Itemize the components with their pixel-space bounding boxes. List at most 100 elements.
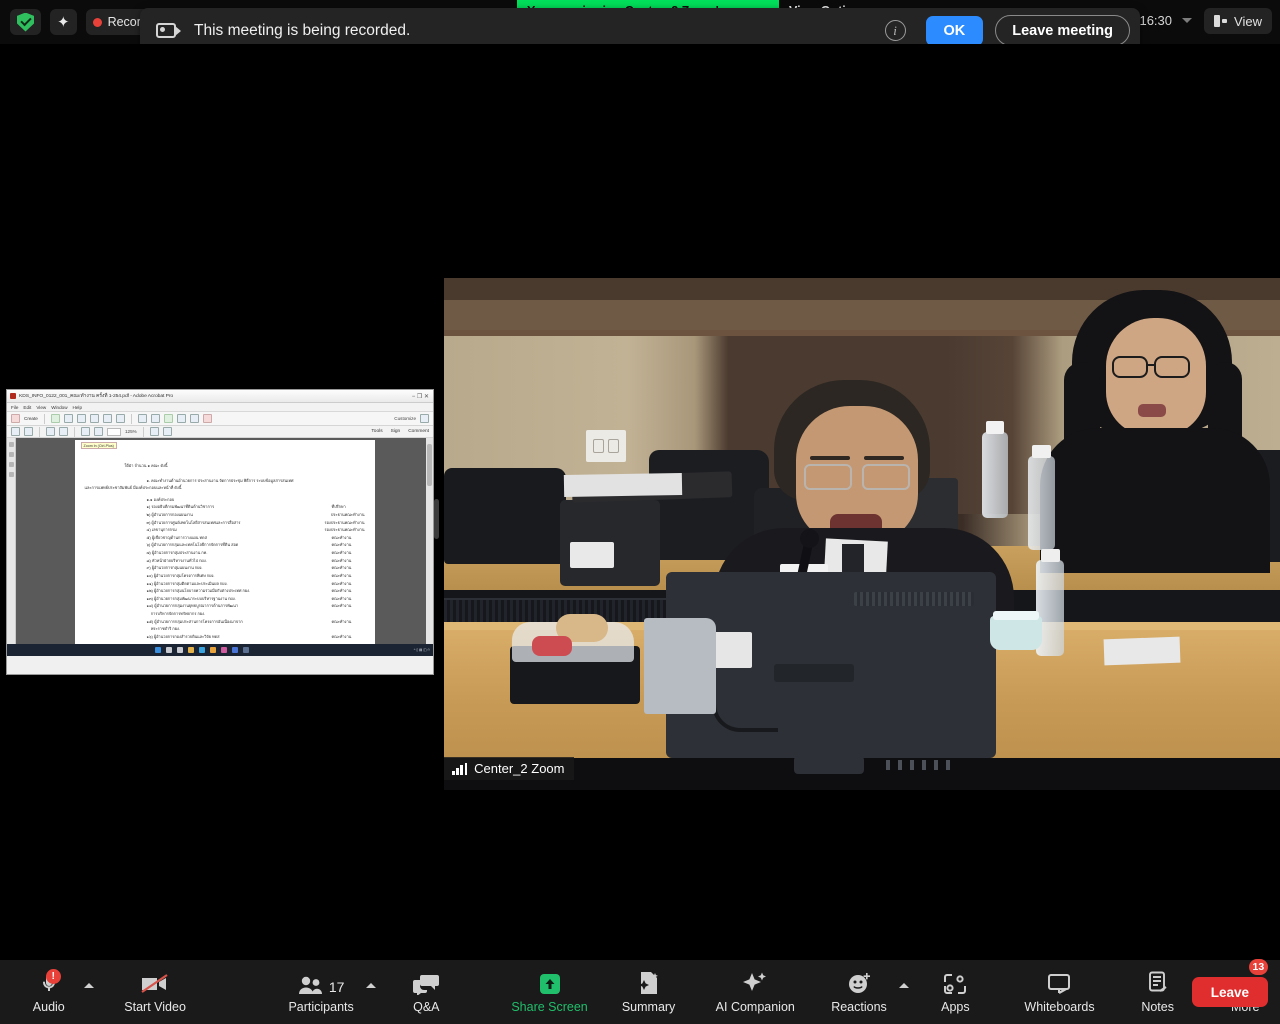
hand-tool-icon[interactable] [24,427,33,436]
email-icon[interactable] [76,414,86,423]
participants-icon [298,976,322,994]
signatures-icon[interactable] [8,472,14,477]
explorer-icon[interactable] [188,647,194,653]
toolbar-item-reactions[interactable]: Reactions [819,971,898,1014]
bottle-cap [986,421,1004,434]
start-icon[interactable] [155,647,161,653]
window-controls[interactable]: − ❐ ✕ [412,393,433,400]
toolbar-item-share-screen[interactable]: Share Screen [505,971,594,1014]
participants-icon-group: 17 [298,971,344,995]
create-label[interactable]: Create [24,416,38,421]
encryption-shield-button[interactable] [10,9,41,35]
toolbar-item-notes[interactable]: Notes [1123,971,1193,1014]
taskview-icon[interactable] [177,647,183,653]
pdf-scrollbar[interactable] [426,438,433,656]
chrome-icon[interactable] [210,647,216,653]
zoom-in-icon[interactable] [94,427,103,436]
stamp-icon[interactable] [150,414,160,423]
zoom-level-field[interactable] [107,427,121,436]
doc-member-row: ๑๑) ผู้อำนวยการกลุ่มติดตามและประเมินผล ก… [85,580,365,588]
doc-member-row: ๑๖) ผู้อำนวยการกองสำรวจดินและวิจัย ทดส คณ… [85,633,365,641]
doc-member-role: คณะทำงาน [331,542,352,548]
leave-button[interactable]: Leave [1191,977,1268,1007]
fit-page-icon[interactable] [149,427,159,436]
fit-width-icon[interactable] [162,427,172,436]
pdf-toolbar[interactable]: Create Customize [7,412,433,426]
toolbar-separator [142,426,144,437]
next-page-icon[interactable] [59,427,68,436]
bookmarks-icon[interactable] [8,452,14,457]
participants-options-caret[interactable] [365,983,376,988]
pdf-menu-bar[interactable]: File Edit View Window Help [7,403,433,412]
highlight-icon[interactable] [163,414,173,423]
camera-off-icon [140,971,170,995]
info-icon[interactable]: i [884,20,906,41]
thumbnails-icon[interactable] [8,442,14,447]
windows-taskbar[interactable]: ^ ▯ ▤ ◫ ⏱ [7,644,433,656]
ok-button[interactable]: OK [925,15,984,46]
tools-tab[interactable]: Tools [371,429,382,434]
toolbar-label-whiteboards: Whiteboards [1024,999,1095,1014]
toolbar-item-ai-companion[interactable]: AI Companion [701,971,809,1014]
doc-member-position: ๔) เลขานุการกรม [146,527,177,533]
select-tool-icon[interactable] [11,427,20,436]
toolbar-item-summary[interactable]: Summary [608,971,689,1014]
menu-help[interactable]: Help [73,405,82,410]
attach-icon[interactable] [189,414,199,423]
photos-icon[interactable] [221,647,227,653]
create-pdf-icon[interactable] [11,414,20,423]
browser-icon[interactable] [199,647,205,653]
background-participant-mouth [1138,404,1166,417]
link-icon[interactable] [137,414,147,423]
save-icon[interactable] [63,414,73,423]
pdf-document-area[interactable]: Zoom In (Ctrl-Plus) ใต้ฝ่า จำนวน ๑ คณะ ด… [7,438,433,656]
note-icon[interactable] [176,414,186,423]
toolbar-item-whiteboards[interactable]: Whiteboards [1012,971,1107,1014]
print-icon[interactable] [89,414,99,423]
doc-member-row: ๑) รองอธิบดีกรมพัฒนาที่ดินด้านวิชาการ ที่… [85,503,365,511]
view-layout-button[interactable]: View [1204,8,1272,34]
leave-meeting-button[interactable]: Leave meeting [995,15,1130,46]
toolbar-item-audio[interactable]: ! Audio [14,968,84,1014]
shared-screen-pdf-window[interactable]: KDS_INFO_0122_001_คณะทำงาน ครั้งที่ 1-25… [6,389,434,675]
calc-icon[interactable] [243,647,249,653]
toolbar-label-summary: Summary [621,999,676,1014]
toolbar-item-start-video[interactable]: Start Video [114,971,197,1014]
ai-companion-button[interactable]: ✦ [50,9,77,35]
taskbar-tray[interactable]: ^ ▯ ▤ ◫ ⏱ [414,648,433,652]
menu-view[interactable]: View [36,405,46,410]
reactions-options-caret[interactable] [898,983,909,988]
page-icon[interactable] [115,414,125,423]
audio-options-caret[interactable] [83,983,94,988]
participant-video-tile[interactable]: Center_2 Zoom [444,278,1280,790]
edit-icon[interactable] [102,414,112,423]
attachments-icon[interactable] [8,462,14,467]
prev-page-icon[interactable] [46,427,55,436]
comment-tab[interactable]: Comment [408,429,429,434]
open-file-icon[interactable] [50,414,60,423]
toolbar-item-participants[interactable]: 17 Participants [277,971,366,1014]
toolbar-item-apps[interactable]: Apps [921,971,991,1014]
export-icon[interactable] [202,414,212,423]
pdf-navigation-bar[interactable]: 125% Tools Sign Comment [7,426,433,438]
customize-label[interactable]: Customize [394,416,416,421]
pdf-side-rail[interactable] [7,438,16,656]
customize-toolbar[interactable]: Customize [394,414,429,423]
doc-member-row: ๔) เลขานุการกรม รองประธานคณะทำงาน [85,526,365,534]
menu-edit[interactable]: Edit [23,405,31,410]
expand-icon[interactable] [420,414,429,423]
pdf-scroll-thumb[interactable] [427,444,432,486]
audio-alert-badge: ! [45,968,61,984]
search-icon[interactable] [166,647,172,653]
zoom-out-icon[interactable] [81,427,90,436]
menu-window[interactable]: Window [51,405,67,410]
share-splitter-handle[interactable] [434,499,439,539]
toolbar-item-qa[interactable]: Q&A [392,971,462,1014]
water-bottle-1 [982,421,1008,518]
app-icon[interactable] [232,647,238,653]
sign-tab[interactable]: Sign [391,429,401,434]
chat-bubbles-icon [413,971,440,995]
chevron-down-icon[interactable] [1182,18,1192,23]
menu-file[interactable]: File [11,405,18,410]
pdf-right-tabs[interactable]: Tools Sign Comment [371,429,429,434]
